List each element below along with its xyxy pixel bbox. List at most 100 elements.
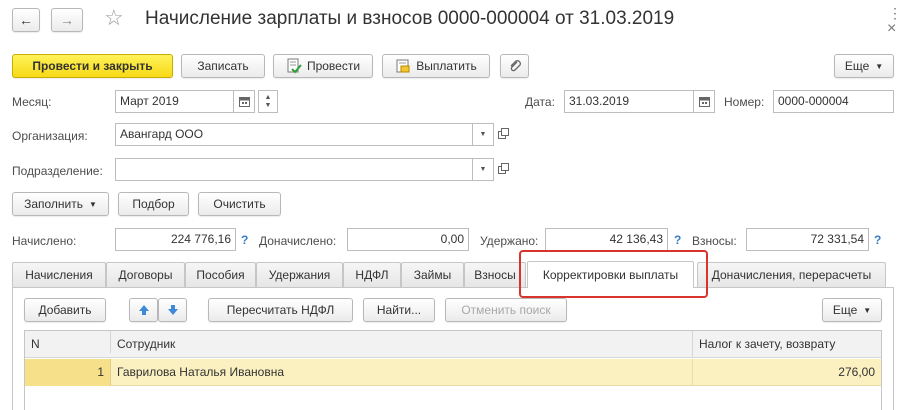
stepper-up-icon[interactable]: ▲ (265, 94, 272, 102)
department-label: Подразделение: (12, 164, 103, 178)
clear-label: Очистить (213, 197, 266, 211)
dropdown-arrow-icon: ▼ (89, 199, 97, 209)
calendar-icon (698, 97, 710, 107)
arrow-right-icon: → (60, 12, 74, 28)
find-button[interactable]: Найти... (363, 298, 435, 322)
tax-refund-cell[interactable]: 276,00 (693, 359, 881, 386)
tab-label: Начисления (25, 268, 93, 282)
clear-button[interactable]: Очистить (198, 192, 281, 216)
organization-label: Организация: (12, 129, 88, 143)
post-label: Провести (306, 59, 361, 73)
arrow-up-icon (138, 305, 149, 315)
accrued-field: 224 776,16 (115, 228, 236, 251)
select-button[interactable]: Подбор (118, 192, 189, 216)
number-field[interactable]: 0000-000004 (773, 90, 894, 113)
fill-button[interactable]: Заполнить ▼ (12, 192, 109, 216)
date-calendar-button[interactable] (693, 90, 715, 113)
organization-open-icon[interactable] (498, 128, 509, 139)
add-button[interactable]: Добавить (24, 298, 106, 322)
fill-label: Заполнить (24, 197, 83, 211)
stepper-down-icon[interactable]: ▼ (265, 102, 272, 110)
back-button[interactable]: ← (12, 8, 40, 32)
tab-loans[interactable]: Займы (401, 262, 464, 287)
tab-label: Удержания (268, 268, 331, 282)
contributions-help-icon[interactable]: ? (874, 233, 881, 247)
table: N Сотрудник Налог к зачету, возврату 1 Г… (24, 330, 882, 410)
column-header-n[interactable]: N (25, 331, 111, 353)
favorite-star-icon[interactable]: ☆ (104, 5, 124, 31)
contributions-label: Взносы: (692, 234, 737, 248)
highlight-frame (519, 250, 708, 298)
department-dropdown-button[interactable]: ▼ (472, 158, 494, 181)
tab-label: Займы (413, 268, 452, 282)
withheld-field: 42 136,43 (545, 228, 668, 251)
pay-label: Выплатить (416, 59, 477, 73)
more-button[interactable]: Еще ▼ (834, 54, 894, 78)
table-more-button[interactable]: Еще ▼ (822, 298, 882, 322)
post-and-close-button[interactable]: Провести и закрыть (12, 54, 173, 78)
month-calendar-button[interactable] (233, 90, 255, 113)
tab-contracts[interactable]: Договоры (106, 262, 185, 287)
withheld-label: Удержано: (480, 234, 539, 248)
extra-accrued-label: Доначислено: (259, 234, 337, 248)
post-document-icon (287, 58, 302, 74)
dropdown-arrow-icon: ▼ (479, 131, 487, 138)
organization-field[interactable]: Авангард ООО (115, 123, 473, 146)
column-header-tax-refund[interactable]: Налог к зачету, возврату (693, 331, 881, 358)
number-label: Номер: (724, 95, 765, 109)
contributions-field: 72 331,54 (746, 228, 869, 251)
tab-label: Договоры (118, 268, 173, 282)
employee-cell[interactable]: Гаврилова Наталья Ивановна (111, 359, 693, 386)
column-header-employee[interactable]: Сотрудник (111, 331, 693, 358)
arrow-left-icon: ← (19, 12, 33, 28)
find-label: Найти... (376, 303, 422, 317)
calendar-icon (238, 97, 250, 107)
move-up-button[interactable] (129, 298, 158, 322)
paperclip-icon (510, 60, 521, 72)
row-number-cell[interactable]: 1 (25, 359, 111, 386)
department-field[interactable] (115, 158, 473, 181)
month-label: Месяц: (12, 95, 52, 109)
table-row[interactable]: 1 Гаврилова Наталья Ивановна 276,00 (25, 359, 881, 386)
forward-button[interactable]: → (51, 8, 83, 32)
month-field[interactable]: Март 2019 (115, 90, 234, 113)
date-label: Дата: (525, 95, 555, 109)
recalculate-ndfl-button[interactable]: Пересчитать НДФЛ (208, 298, 353, 322)
tab-accruals[interactable]: Начисления (12, 262, 106, 287)
table-more-label: Еще (832, 303, 858, 317)
tab-additional-accruals[interactable]: Доначисления, перерасчеты (697, 262, 886, 287)
month-stepper[interactable]: ▲ ▼ (258, 90, 278, 113)
save-button[interactable]: Записать (181, 54, 265, 78)
cancel-search-button[interactable]: Отменить поиск (445, 298, 567, 322)
add-label: Добавить (38, 303, 92, 317)
cancel-search-label: Отменить поиск (461, 303, 551, 317)
window-title: Начисление зарплаты и взносов 0000-00000… (145, 8, 675, 29)
pay-button[interactable]: Выплатить (382, 54, 490, 78)
tab-label: НДФЛ (355, 268, 389, 282)
dropdown-arrow-icon: ▼ (875, 61, 884, 71)
move-down-button[interactable] (158, 298, 187, 322)
post-and-close-label: Провести и закрыть (32, 59, 153, 73)
department-open-icon[interactable] (498, 163, 509, 174)
dropdown-arrow-icon: ▼ (479, 166, 487, 173)
post-button[interactable]: Провести (273, 54, 373, 78)
withheld-help-icon[interactable]: ? (674, 233, 681, 247)
save-label: Записать (197, 59, 249, 73)
tab-contributions[interactable]: Взносы (464, 262, 526, 287)
organization-dropdown-button[interactable]: ▼ (472, 123, 494, 146)
table-header: N Сотрудник Налог к зачету, возврату (25, 331, 881, 358)
pay-document-icon (396, 59, 410, 73)
tab-deductions[interactable]: Удержания (256, 262, 343, 287)
tab-label: Доначисления, перерасчеты (711, 268, 872, 282)
tab-ndfl[interactable]: НДФЛ (343, 262, 401, 287)
recalculate-ndfl-label: Пересчитать НДФЛ (226, 303, 335, 317)
tab-label: Взносы (474, 268, 516, 282)
accrued-help-icon[interactable]: ? (241, 233, 248, 247)
select-label: Подбор (132, 197, 175, 211)
tab-benefits[interactable]: Пособия (185, 262, 256, 287)
tab-label: Пособия (196, 268, 245, 282)
arrow-down-icon (167, 305, 178, 315)
date-field[interactable]: 31.03.2019 (564, 90, 694, 113)
attach-button[interactable] (500, 54, 529, 78)
close-icon[interactable]: × (887, 20, 896, 38)
